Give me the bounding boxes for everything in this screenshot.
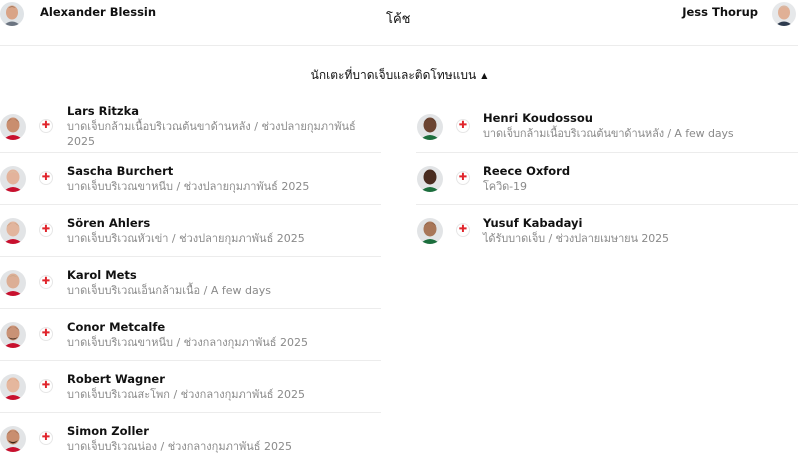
player-avatar bbox=[0, 114, 26, 140]
list-item[interactable]: ✚ Henri Koudossou บาดเจ็บกล้ามเนื้อบริเว… bbox=[416, 99, 798, 153]
red-cross-icon: ✚ bbox=[39, 171, 53, 185]
injury-info: โควิด-19 bbox=[483, 180, 527, 193]
player-avatar bbox=[417, 166, 443, 192]
injury-info: บาดเจ็บบริเวณเอ็นกล้ามเนื้อ / A few days bbox=[67, 284, 271, 297]
player-name: Henri Koudossou bbox=[483, 111, 593, 125]
player-name: Robert Wagner bbox=[67, 372, 165, 386]
list-item[interactable]: ✚ Yusuf Kabadayi ได้รับบาดเจ็บ / ช่วงปลา… bbox=[416, 205, 798, 257]
away-coach-name: Jess Thorup bbox=[682, 5, 758, 19]
player-avatar bbox=[417, 218, 443, 244]
list-item[interactable]: ✚ Sören Ahlers บาดเจ็บบริเวณหัวเข่า / ช่… bbox=[0, 205, 381, 257]
player-name: Yusuf Kabadayi bbox=[483, 216, 583, 230]
injury-info: บาดเจ็บบริเวณสะโพก / ช่วงกลางกุมภาพันธ์ … bbox=[67, 388, 305, 401]
list-item[interactable]: ✚ Conor Metcalfe บาดเจ็บบริเวณขาหนีบ / ช… bbox=[0, 309, 381, 361]
list-item[interactable]: ✚ Karol Mets บาดเจ็บบริเวณเอ็นกล้ามเนื้อ… bbox=[0, 257, 381, 309]
red-cross-icon: ✚ bbox=[456, 119, 470, 133]
player-avatar bbox=[0, 270, 26, 296]
injury-info: บาดเจ็บบริเวณน่อง / ช่วงกลางกุมภาพันธ์ 2… bbox=[67, 440, 292, 453]
list-item[interactable]: ✚ Lars Ritzka บาดเจ็บกล้ามเนื้อบริเวณต้น… bbox=[0, 99, 381, 153]
player-name: Karol Mets bbox=[67, 268, 137, 282]
player-name: Simon Zoller bbox=[67, 424, 149, 438]
home-coach-name: Alexander Blessin bbox=[40, 5, 157, 19]
injury-info: บาดเจ็บบริเวณขาหนีบ / ช่วงปลายกุมภาพันธ์… bbox=[67, 180, 310, 193]
player-name: Sören Ahlers bbox=[67, 216, 151, 230]
list-item[interactable]: ✚ Simon Zoller บาดเจ็บบริเวณน่อง / ช่วงก… bbox=[0, 413, 381, 458]
home-coach[interactable]: Alexander Blessin bbox=[0, 2, 156, 26]
red-cross-icon: ✚ bbox=[456, 223, 470, 237]
injury-info: บาดเจ็บกล้ามเนื้อบริเวณต้นขาด้านหลัง / ช… bbox=[67, 120, 356, 148]
player-name: Reece Oxford bbox=[483, 164, 571, 178]
player-name: Sascha Burchert bbox=[67, 164, 174, 178]
red-cross-icon: ✚ bbox=[39, 275, 53, 289]
red-cross-icon: ✚ bbox=[39, 431, 53, 445]
injuries-section-title: นักเตะที่บาดเจ็บและติดโทษแบน bbox=[310, 68, 477, 82]
player-name: Conor Metcalfe bbox=[67, 320, 166, 334]
player-name: Lars Ritzka bbox=[67, 104, 140, 118]
coach-avatar bbox=[0, 2, 24, 26]
coach-avatar bbox=[772, 2, 796, 26]
player-avatar bbox=[0, 322, 26, 348]
player-avatar bbox=[0, 374, 26, 400]
player-avatar bbox=[0, 166, 26, 192]
injuries-section-toggle[interactable]: นักเตะที่บาดเจ็บและติดโทษแบน ▲ bbox=[0, 66, 798, 85]
injury-info: บาดเจ็บบริเวณขาหนีบ / ช่วงกลางกุมภาพันธ์… bbox=[67, 336, 308, 349]
player-avatar bbox=[0, 218, 26, 244]
list-item[interactable]: ✚ Reece Oxford โควิด-19 bbox=[416, 153, 798, 205]
coaches-title: โค้ช bbox=[386, 12, 411, 27]
red-cross-icon: ✚ bbox=[39, 379, 53, 393]
coaches-bar: Alexander Blessin โค้ช Jess Thorup bbox=[0, 0, 798, 46]
list-item[interactable]: ✚ Sascha Burchert บาดเจ็บบริเวณขาหนีบ / … bbox=[0, 153, 381, 205]
injury-info: บาดเจ็บกล้ามเนื้อบริเวณต้นขาด้านหลัง / A… bbox=[483, 127, 734, 140]
red-cross-icon: ✚ bbox=[39, 223, 53, 237]
red-cross-icon: ✚ bbox=[39, 119, 53, 133]
caret-up-icon: ▲ bbox=[481, 71, 488, 80]
away-injury-list: ✚ Henri Koudossou บาดเจ็บกล้ามเนื้อบริเว… bbox=[416, 99, 798, 257]
away-coach[interactable]: Jess Thorup bbox=[682, 2, 796, 26]
red-cross-icon: ✚ bbox=[39, 327, 53, 341]
player-avatar bbox=[0, 426, 26, 452]
red-cross-icon: ✚ bbox=[456, 171, 470, 185]
list-item[interactable]: ✚ Robert Wagner บาดเจ็บบริเวณสะโพก / ช่ว… bbox=[0, 361, 381, 413]
player-avatar bbox=[417, 114, 443, 140]
injury-info: ได้รับบาดเจ็บ / ช่วงปลายเมษายน 2025 bbox=[483, 232, 669, 245]
injury-info: บาดเจ็บบริเวณหัวเข่า / ช่วงปลายกุมภาพันธ… bbox=[67, 232, 305, 245]
home-injury-list: ✚ Lars Ritzka บาดเจ็บกล้ามเนื้อบริเวณต้น… bbox=[0, 99, 381, 458]
